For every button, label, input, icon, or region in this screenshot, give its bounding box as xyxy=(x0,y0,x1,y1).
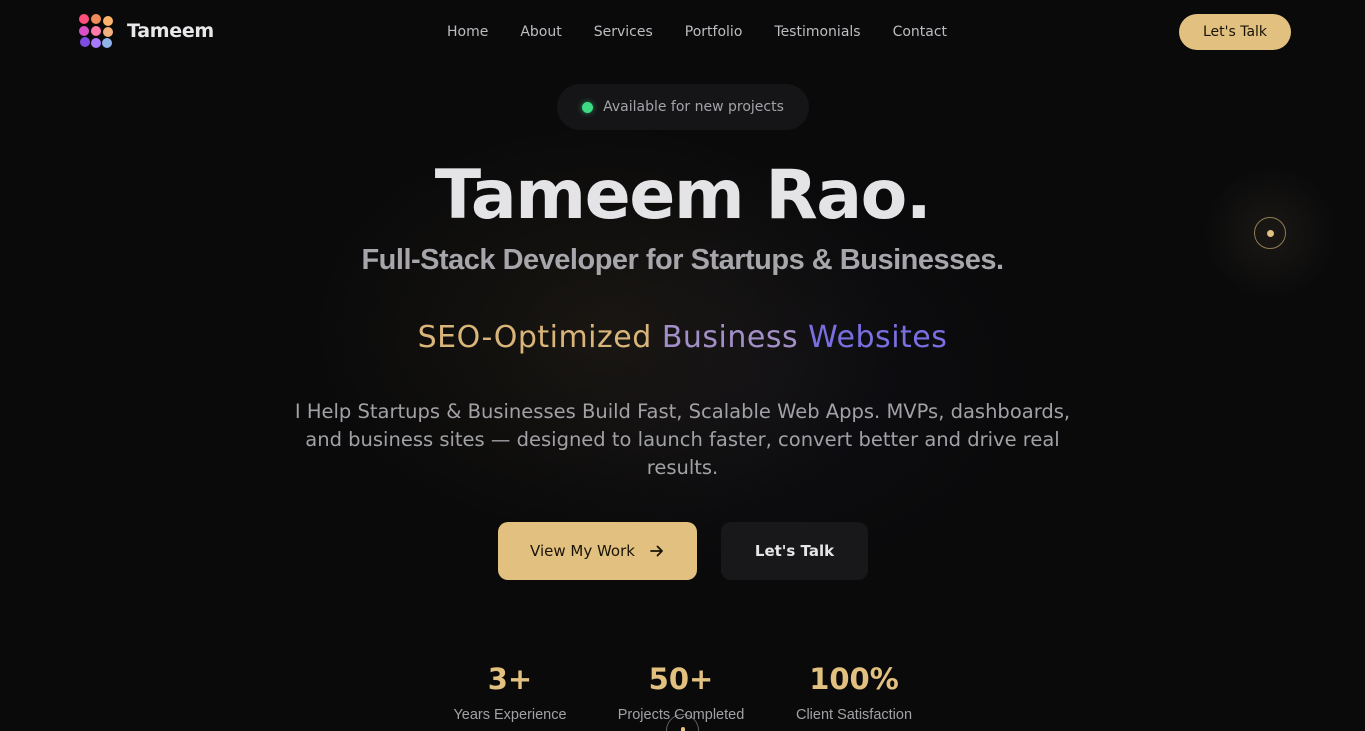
brand-name: Tameem xyxy=(127,20,214,42)
hero-subtitle: Full-Stack Developer for Startups & Busi… xyxy=(361,244,1004,276)
site-header: Tameem Home About Services Portfolio Tes… xyxy=(0,0,1365,64)
stat-label: Years Experience xyxy=(453,707,567,723)
stat-satisfaction: 100% Client Satisfaction xyxy=(783,660,925,724)
arrow-right-icon xyxy=(650,545,663,557)
dots-grid-logo-icon xyxy=(79,14,113,48)
logo[interactable]: Tameem xyxy=(79,14,214,48)
status-dot-icon xyxy=(582,101,594,113)
hero-description: I Help Startups & Businesses Build Fast,… xyxy=(294,400,1071,479)
main-nav: Home About Services Portfolio Testimonia… xyxy=(447,23,979,41)
availability-text: Available for new projects xyxy=(603,99,784,115)
nav-item-home[interactable]: Home xyxy=(447,23,488,41)
hero-lets-talk-button[interactable]: Let's Talk xyxy=(721,522,868,580)
orb-core xyxy=(1266,229,1274,237)
nav-item-about[interactable]: About xyxy=(520,23,561,41)
view-my-work-label: View My Work xyxy=(530,542,635,560)
stat-value: 3+ xyxy=(487,662,533,696)
nav-item-testimonials[interactable]: Testimonials xyxy=(774,23,860,41)
decorative-orb-icon xyxy=(1254,217,1286,249)
tagline-part-2: Business xyxy=(661,320,799,355)
hero-title: Tameem Rao. xyxy=(434,156,932,235)
nav-item-portfolio[interactable]: Portfolio xyxy=(685,23,743,41)
nav-item-contact[interactable]: Contact xyxy=(893,23,947,41)
page: Tameem Home About Services Portfolio Tes… xyxy=(0,0,1365,731)
stat-value: 100% xyxy=(809,662,899,696)
tagline-part-3: Websites xyxy=(808,320,948,355)
nav-item-services[interactable]: Services xyxy=(594,23,653,41)
view-my-work-button[interactable]: View My Work xyxy=(498,522,697,580)
stat-label: Client Satisfaction xyxy=(795,707,913,723)
stat-experience: 3+ Years Experience xyxy=(440,660,580,724)
availability-badge: Available for new projects xyxy=(557,84,809,130)
header-lets-talk-button[interactable]: Let's Talk xyxy=(1179,14,1291,50)
stat-value: 50+ xyxy=(648,662,714,696)
tagline-part-1: SEO-Optimized xyxy=(417,320,652,355)
hero-tagline: SEO-Optimized Business Websites xyxy=(0,318,1365,358)
scroll-dot xyxy=(681,727,685,731)
